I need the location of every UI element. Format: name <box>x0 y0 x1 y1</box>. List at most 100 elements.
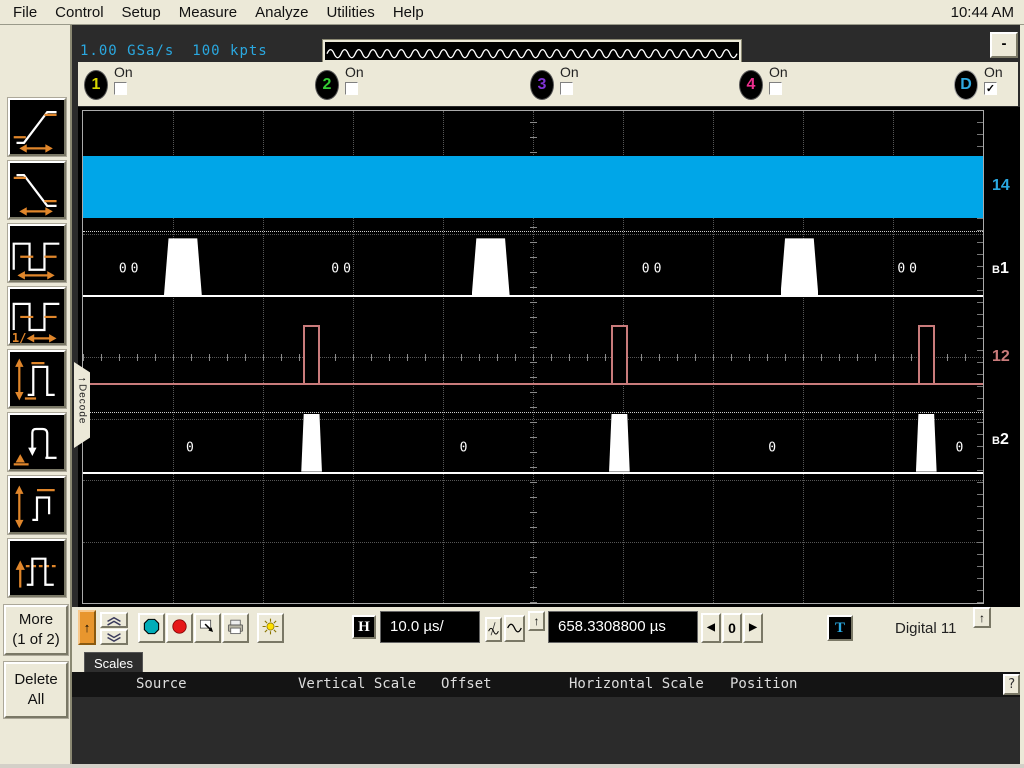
channel-3-on-checkbox[interactable] <box>560 82 573 95</box>
trigger-source-label: Digital 11 <box>895 620 956 637</box>
printer-icon <box>226 617 245 636</box>
channel-strip: 1On2On3On4OnDOn✓ <box>78 62 1018 106</box>
frequency-button[interactable]: 1/ <box>8 287 66 345</box>
bus-b1-value: 00 <box>119 261 143 276</box>
measurement-sidebar: 1/ <box>0 25 72 768</box>
acquisition-preview-bar[interactable] <box>322 39 742 63</box>
peak-to-peak-button[interactable] <box>8 476 66 534</box>
menu-item-control[interactable]: Control <box>50 4 116 21</box>
help-button[interactable]: ? <box>1003 674 1020 695</box>
tab-scales[interactable]: Scales <box>84 652 143 672</box>
menu-item-analyze[interactable]: Analyze <box>250 4 321 21</box>
amplitude-button[interactable] <box>8 350 66 408</box>
rise-time-icon <box>10 100 64 154</box>
zoom-in-wave-button[interactable] <box>504 615 525 642</box>
channel-1-on-checkbox[interactable] <box>114 82 127 95</box>
average-button[interactable] <box>8 539 66 597</box>
decode-arrow-icon: → <box>74 372 90 384</box>
channel-2-button[interactable]: 2 <box>315 70 339 100</box>
bus-b1-baseline <box>83 295 983 297</box>
channel-3-button[interactable]: 3 <box>530 70 554 100</box>
zoom-out-wave-button[interactable] <box>485 617 502 642</box>
bus-b2-value: 0 <box>186 440 198 455</box>
bus-b2-value: 0 <box>460 440 472 455</box>
bus-b2-value: 0 <box>768 440 780 455</box>
bus-b2-pulse <box>609 414 630 472</box>
fall-to-base-button[interactable] <box>8 413 66 471</box>
sun-icon <box>261 617 280 636</box>
horizontal-position-display[interactable]: 658.3308800 µs <box>548 611 698 643</box>
horizontal-button[interactable]: H <box>352 615 376 639</box>
sine-icon <box>506 617 523 639</box>
decode-tab[interactable]: → Decode <box>74 362 90 448</box>
more-label: More <box>6 610 66 630</box>
digital-12-pulse <box>303 325 320 383</box>
trigger-slope-button[interactable]: ↑ <box>973 607 991 628</box>
acquisition-status: 1.00 GSa/s 100 kpts <box>80 43 286 59</box>
average-icon <box>10 541 64 595</box>
preview-waveform <box>325 42 739 60</box>
chevron-up-icon <box>102 614 126 627</box>
print-button[interactable] <box>222 613 249 643</box>
bus-b2-pulse <box>916 414 937 472</box>
channel-1-button[interactable]: 1 <box>84 70 108 100</box>
bus-b1-pulse <box>781 238 819 295</box>
menu-item-utilities[interactable]: Utilities <box>321 4 387 21</box>
scroll-down-button[interactable] <box>100 629 128 645</box>
position-zero-button[interactable]: 0 <box>722 613 742 643</box>
scales-header-bar: SourceVertical ScaleOffsetHorizontal Sca… <box>72 672 1024 697</box>
more-button[interactable]: More (1 of 2) <box>4 605 68 655</box>
scroll-up-button[interactable] <box>100 612 128 628</box>
channel-d-button[interactable]: D <box>954 70 978 100</box>
digital-12-pulse <box>611 325 628 383</box>
sample-rate: 1.00 GSa/s <box>80 43 174 59</box>
panel-tab-row: Scales <box>72 650 1020 672</box>
brightness-button[interactable] <box>257 613 284 643</box>
trace-label-12: 12 <box>992 348 1010 366</box>
stop-button[interactable] <box>166 613 193 643</box>
channel-4-on-label: On <box>769 64 788 80</box>
more-sublabel: (1 of 2) <box>6 630 66 650</box>
column-header-source: Source <box>136 676 187 692</box>
decode-label: Decode <box>77 384 88 424</box>
bus-b1-pulse <box>164 238 202 295</box>
menu-item-help[interactable]: Help <box>388 4 437 21</box>
pulse-width-icon <box>10 226 64 280</box>
clock: 10:44 AM <box>951 4 1014 21</box>
minimize-button[interactable]: - <box>990 32 1018 58</box>
column-header-offset: Offset <box>441 676 492 692</box>
bus-b2-value: 0 <box>955 440 967 455</box>
trigger-button[interactable]: T <box>827 615 853 641</box>
rise-time-button[interactable] <box>8 98 66 156</box>
bus-b2-baseline <box>83 472 983 474</box>
position-left-button[interactable]: ◀ <box>701 613 721 643</box>
channel-d-on-checkbox[interactable]: ✓ <box>984 82 997 95</box>
position-right-button[interactable]: ▶ <box>743 613 763 643</box>
bus-b1-high-rail <box>83 231 983 232</box>
menu-item-file[interactable]: File <box>8 4 50 21</box>
channel-1-on-label: On <box>114 64 133 80</box>
delete-all-button[interactable]: Delete All <box>4 662 68 718</box>
frequency-icon: 1/ <box>10 289 64 343</box>
amplitude-icon <box>10 352 64 406</box>
fall-time-icon <box>10 163 64 217</box>
pulse-width-button[interactable] <box>8 224 66 282</box>
screen-copy-button[interactable] <box>194 613 221 643</box>
fall-to-base-icon <box>10 415 64 469</box>
menu-item-measure[interactable]: Measure <box>174 4 250 21</box>
run-button[interactable] <box>138 613 165 643</box>
menu-bar: FileControlSetupMeasureAnalyzeUtilitiesH… <box>0 0 1024 25</box>
channel-4-button[interactable]: 4 <box>739 70 763 100</box>
channel-4-on-checkbox[interactable] <box>769 82 782 95</box>
column-header-position: Position <box>730 676 797 692</box>
delete-label: Delete <box>6 670 66 690</box>
horizontal-scale-display[interactable]: 10.0 µs/ <box>380 611 480 643</box>
peak-to-peak-icon <box>10 478 64 532</box>
fall-time-button[interactable] <box>8 161 66 219</box>
oscilloscope-window: FileControlSetupMeasureAnalyzeUtilitiesH… <box>0 0 1024 768</box>
trigger-level-button[interactable]: ↑ <box>78 610 96 645</box>
position-ref-button[interactable]: ↑ <box>528 611 545 631</box>
menu-item-setup[interactable]: Setup <box>117 4 174 21</box>
channel-2-on-checkbox[interactable] <box>345 82 358 95</box>
memory-depth: 100 kpts <box>192 43 267 59</box>
